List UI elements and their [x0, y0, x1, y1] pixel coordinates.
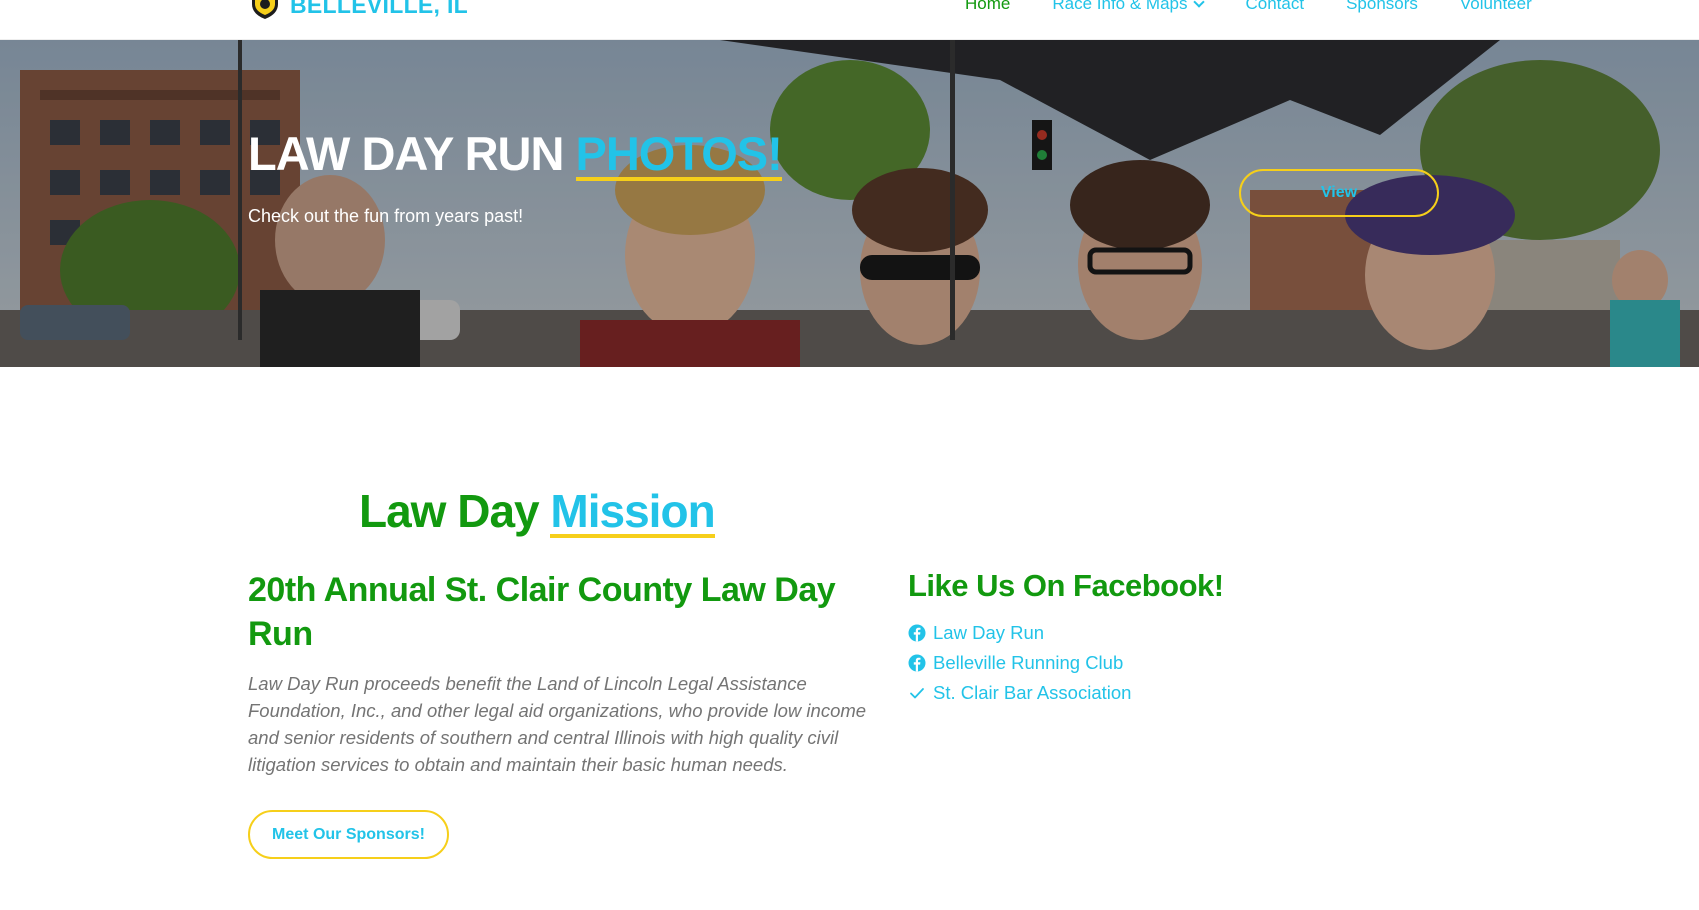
- nav-sponsors[interactable]: Sponsors: [1346, 0, 1418, 14]
- hero-title-accent: PHOTOS!: [575, 127, 783, 181]
- facebook-link-label: St. Clair Bar Association: [933, 682, 1132, 703]
- check-icon: [910, 688, 924, 699]
- nav-contact-label: Contact: [1245, 0, 1305, 13]
- facebook-heading: Like Us On Facebook!: [908, 568, 1224, 603]
- nav-sponsors-label: Sponsors: [1346, 0, 1418, 13]
- hero-title: LAW DAY RUN PHOTOS!: [248, 126, 783, 181]
- facebook-icon: [908, 624, 926, 642]
- mission-heading: Law Day Mission: [359, 484, 716, 538]
- hero-overlay: [0, 40, 1699, 367]
- hero-title-main: LAW DAY RUN: [248, 127, 576, 180]
- nav-volunteer[interactable]: Volunteer: [1460, 0, 1532, 14]
- meet-sponsors-button[interactable]: Meet Our Sponsors!: [248, 810, 449, 859]
- facebook-link-running-club[interactable]: Belleville Running Club: [908, 648, 1131, 678]
- view-photos-button[interactable]: View: [1239, 169, 1439, 217]
- nav-home-label: Home: [965, 0, 1011, 13]
- hero-subtitle: Check out the fun from years past!: [248, 206, 524, 226]
- nav-home[interactable]: Home: [965, 0, 1010, 14]
- shield-logo-icon: [252, 0, 278, 19]
- facebook-link-law-day-run[interactable]: Law Day Run: [908, 618, 1131, 648]
- facebook-links: Law Day Run Belleville Running Club St. …: [908, 618, 1131, 708]
- mission-heading-main: Law Day: [359, 485, 551, 537]
- facebook-icon: [908, 654, 926, 672]
- hero-banner: LAW DAY RUN PHOTOS! Check out the fun fr…: [0, 40, 1699, 367]
- mission-heading-accent: Mission: [550, 485, 716, 538]
- main-nav: Home Race Info & Maps Contact Sponsors V…: [965, 0, 1574, 14]
- facebook-link-label: Belleville Running Club: [933, 652, 1124, 673]
- nav-contact[interactable]: Contact: [1245, 0, 1304, 14]
- site-header: BELLEVILLE, IL Home Race Info & Maps Con…: [0, 0, 1699, 40]
- facebook-link-bar-association[interactable]: St. Clair Bar Association: [908, 678, 1131, 708]
- run-title: 20th Annual St. Clair County Law Day Run: [248, 571, 836, 653]
- nav-race-info[interactable]: Race Info & Maps: [1052, 0, 1206, 14]
- nav-volunteer-label: Volunteer: [1459, 0, 1532, 13]
- nav-race-info-label: Race Info & Maps: [1052, 0, 1188, 13]
- site-logo[interactable]: BELLEVILLE, IL: [248, 0, 468, 20]
- facebook-link-label: Law Day Run: [933, 622, 1045, 643]
- run-description: Law Day Run proceeds benefit the Land of…: [248, 673, 867, 775]
- logo-text: BELLEVILLE, IL: [290, 0, 468, 18]
- chevron-down-icon: [1193, 0, 1206, 8]
